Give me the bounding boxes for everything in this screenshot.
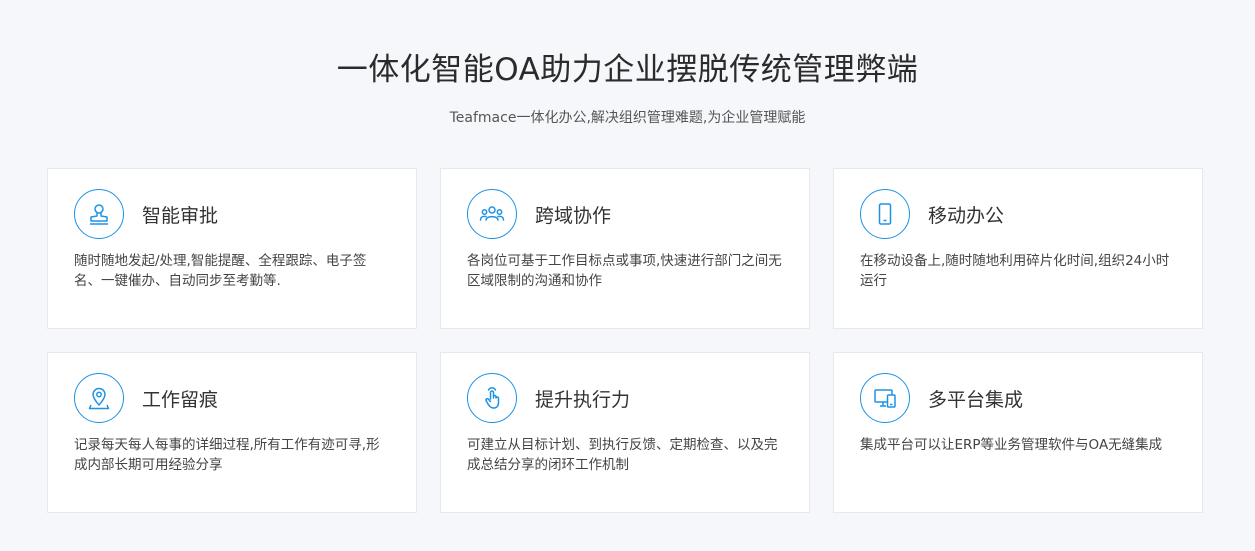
card-title: 智能审批 [142, 205, 219, 227]
feature-card-work-trace: 工作留痕 记录每天每人每事的详细过程,所有工作有迹可寻,形成内部长期可用经验分享 [47, 352, 417, 513]
phone-icon [860, 189, 910, 239]
card-description: 随时随地发起/处理,智能提醒、全程跟踪、电子签名、一键催办、自动同步至考勤等. [74, 253, 367, 289]
team-icon [467, 189, 517, 239]
card-description: 记录每天每人每事的详细过程,所有工作有迹可寻,形成内部长期可用经验分享 [74, 437, 380, 473]
touch-hand-icon [467, 373, 517, 423]
card-title: 工作留痕 [142, 389, 219, 411]
card-title: 移动办公 [928, 205, 1005, 227]
feature-card-collaboration: 跨域协作 各岗位可基于工作目标点或事项,快速进行部门之间无区域限制的沟通和协作 [440, 168, 810, 329]
page: 一体化智能OA助力企业摆脱传统管理弊端 Teafmace一体化办公,解决组织管理… [0, 0, 1255, 551]
card-description: 集成平台可以让ERP等业务管理软件与OA无缝集成 [860, 437, 1163, 453]
card-title: 多平台集成 [928, 389, 1024, 411]
card-description: 可建立从目标计划、到执行反馈、定期检查、以及完成总结分享的闭环工作机制 [467, 437, 778, 473]
stamp-icon [74, 189, 124, 239]
card-title: 提升执行力 [535, 389, 631, 411]
card-description: 各岗位可基于工作目标点或事项,快速进行部门之间无区域限制的沟通和协作 [467, 253, 782, 289]
feature-card-mobile: 移动办公 在移动设备上,随时随地利用碎片化时间,组织24小时运行 [833, 168, 1203, 329]
page-title: 一体化智能OA助力企业摆脱传统管理弊端 [336, 52, 919, 88]
feature-card-execution: 提升执行力 可建立从目标计划、到执行反馈、定期检查、以及完成总结分享的闭环工作机… [440, 352, 810, 513]
feature-card-integration: 多平台集成 集成平台可以让ERP等业务管理软件与OA无缝集成 [833, 352, 1203, 513]
card-title: 跨域协作 [535, 205, 612, 227]
feature-card-approval: 智能审批 随时随地发起/处理,智能提醒、全程跟踪、电子签名、一键催办、自动同步至… [47, 168, 417, 329]
multi-device-icon [860, 373, 910, 423]
card-description: 在移动设备上,随时随地利用碎片化时间,组织24小时运行 [860, 253, 1170, 289]
page-subtitle: Teafmace一体化办公,解决组织管理难题,为企业管理赋能 [449, 110, 806, 126]
location-pin-icon [74, 373, 124, 423]
